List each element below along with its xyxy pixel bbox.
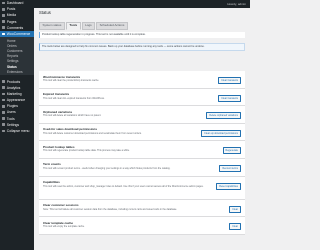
tools-list: WooCommerce transients This tool will cl… — [39, 71, 245, 235]
sidebar-item-label: Collapse menu — [6, 129, 30, 134]
tool-row: Used-for sales download permissions This… — [39, 123, 245, 142]
admin-sidebar: Dashboard Posts Media Pages Comments Woo… — [0, 0, 34, 250]
tool-title: Term counts — [43, 162, 61, 167]
plugins-icon — [2, 104, 5, 108]
tab-tools[interactable]: Tools — [65, 22, 81, 30]
sidebar-menu-bottom: Products Analytics Marketing Appearance … — [0, 78, 34, 134]
settings-icon — [2, 123, 5, 127]
tool-description: This tool will delete customer download … — [43, 131, 142, 135]
appearance-icon — [2, 98, 5, 102]
tool-row: Product lookup tables This tool will reg… — [39, 141, 245, 159]
clear-expired-transients-button[interactable]: Clear transients — [218, 94, 241, 102]
tools-icon — [2, 117, 5, 121]
sidebar-submenu: Home Orders Customers Reports Settings S… — [0, 37, 34, 76]
tool-row: Term counts This tool will recount produ… — [39, 158, 245, 177]
tool-description: This tool will regenerate product lookup… — [43, 149, 130, 153]
tool-row: Clear customer sessions Note: This tool … — [39, 199, 245, 218]
tab-logs[interactable]: Logs — [81, 22, 96, 30]
marketing-icon — [2, 92, 5, 96]
woocommerce-icon — [2, 32, 5, 36]
sidebar-item-label: Media — [6, 13, 17, 18]
sidebar-item-label: Settings — [6, 122, 20, 127]
sidebar-menu-top: Dashboard Posts Media Pages Comments Woo… — [0, 0, 34, 38]
tool-title: Clear template cache — [43, 220, 74, 225]
tool-row: Expired transients This tool will clear … — [39, 88, 245, 107]
warning-notice: The tools below are designed to help fix… — [39, 43, 245, 51]
tool-description: This tool will reset the admin, customer… — [43, 184, 204, 188]
sidebar-item-label: Comments — [6, 25, 24, 30]
clear-template-cache-button[interactable]: Clear — [229, 223, 241, 231]
sidebar-item-label: Products — [6, 79, 21, 84]
tool-description: This tool will clear the product/shop tr… — [43, 79, 100, 82]
tool-description: This tool will empty the template cache. — [43, 225, 85, 229]
tool-title: Capabilities — [43, 180, 60, 185]
tool-description: This tool will clear ALL expired transie… — [43, 96, 105, 100]
account-greeting[interactable]: Howdy, admin — [227, 2, 246, 6]
clear-transients-button[interactable]: Clear transients — [218, 77, 241, 84]
recount-terms-button[interactable]: Recount terms — [219, 164, 241, 172]
clear-sessions-button[interactable]: Clear — [229, 205, 241, 213]
tool-row: Orphaned variations This tool will delet… — [39, 106, 245, 124]
tool-title: Used-for sales download permissions — [43, 127, 98, 132]
sidebar-item-label: WooCommerce — [6, 32, 31, 37]
status-tabs: System status Tools Logs Scheduled Actio… — [39, 22, 129, 30]
tool-title: Clear customer sessions — [43, 203, 79, 208]
info-notice: Product lookup table regeneration in pro… — [39, 32, 245, 38]
sidebar-item-label: Plugins — [6, 104, 18, 109]
analytics-icon — [2, 86, 5, 90]
pages-icon — [2, 20, 5, 24]
tool-title: Product lookup tables — [43, 144, 75, 149]
clean-download-permissions-button[interactable]: Clean up download permissions — [201, 129, 241, 137]
main-content: Status System status Tools Logs Schedule… — [34, 8, 250, 250]
sidebar-item-label: Users — [6, 110, 16, 115]
posts-icon — [2, 7, 5, 11]
submenu-item-extensions[interactable]: Extensions — [0, 69, 34, 74]
tool-title: Orphaned variations — [43, 109, 73, 114]
sidebar-item-label: Posts — [6, 7, 16, 12]
tool-description: This tool will delete all variations whi… — [43, 114, 102, 118]
tool-title: Expired transients — [43, 92, 70, 97]
tool-row: Clear template cache This tool will empt… — [39, 217, 245, 235]
tab-system-status[interactable]: System status — [39, 22, 65, 30]
sidebar-item-label: Dashboard — [6, 1, 24, 6]
comments-icon — [2, 26, 5, 30]
users-icon — [2, 111, 5, 114]
sidebar-item-label: Tools — [6, 116, 15, 121]
dashboard-icon — [2, 1, 5, 5]
sidebar-item-label: Pages — [6, 19, 17, 24]
delete-orphaned-variations-button[interactable]: Delete orphaned variations — [206, 112, 241, 120]
tool-row: Capabilities This tool will reset the ad… — [39, 176, 245, 200]
sidebar-item-label: Analytics — [6, 85, 21, 90]
admin-topbar: Howdy, admin — [34, 0, 250, 8]
products-icon — [2, 80, 5, 83]
reset-capabilities-button[interactable]: Reset capabilities — [216, 182, 241, 190]
tab-scheduled-actions[interactable]: Scheduled Actions — [96, 22, 128, 30]
regenerate-button[interactable]: Regenerate — [222, 147, 241, 155]
sidebar-item-label: Appearance — [6, 98, 26, 103]
tool-description: Note: This tool will delete all customer… — [43, 207, 178, 211]
tool-row: WooCommerce transients This tool will cl… — [39, 71, 245, 89]
sidebar-item-collapse[interactable]: Collapse menu — [0, 128, 34, 134]
tool-description: This tool will recount product terms - u… — [43, 166, 171, 170]
sidebar-item-label: Marketing — [6, 91, 22, 96]
media-icon — [2, 14, 5, 17]
page-title: Status — [39, 10, 51, 15]
tool-title: WooCommerce transients — [43, 74, 81, 79]
collapse-icon — [2, 129, 5, 133]
